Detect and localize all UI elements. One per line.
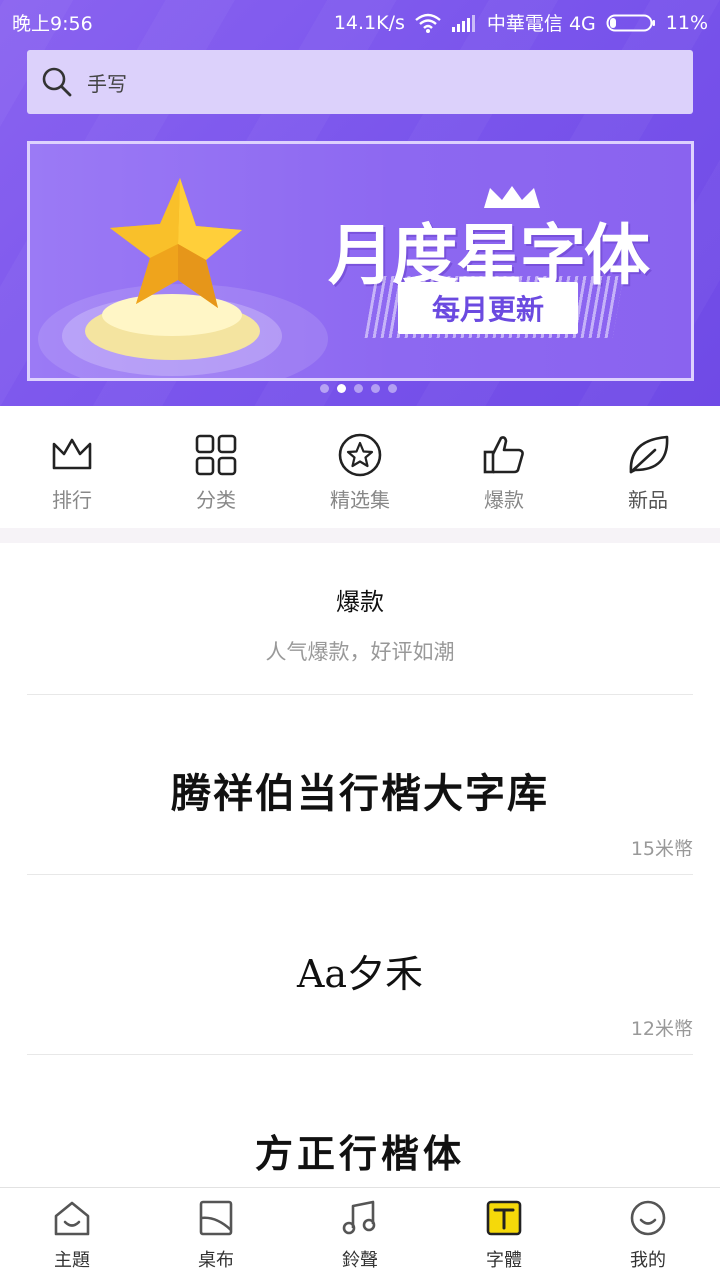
tab-wallpaper[interactable]: 桌布: [144, 1188, 288, 1280]
carrier-label: 中華電信 4G: [486, 13, 596, 35]
category-label: 爆款: [484, 488, 524, 512]
banner-dot[interactable]: [371, 384, 380, 393]
font-preview-name: 方正行楷体: [254, 1131, 465, 1176]
smile-icon: [630, 1200, 666, 1236]
status-bar: 晚上9:56 14.1K/s 中華電信 4G 11%: [0, 0, 720, 40]
category-collections[interactable]: 精选集: [288, 406, 432, 530]
category-new[interactable]: 新品: [576, 406, 720, 530]
wifi-icon: [415, 13, 441, 33]
banner-pagination: [320, 384, 397, 393]
thumbs-up-icon: [483, 436, 524, 474]
banner-dot[interactable]: [354, 384, 363, 393]
font-icon: [486, 1200, 522, 1236]
font-list-item[interactable]: 方正行楷体: [27, 1055, 693, 1187]
battery-level: 11%: [665, 11, 708, 34]
category-label: 排行: [52, 488, 92, 512]
search-icon: [42, 67, 72, 97]
font-price: 12米幣: [630, 1018, 693, 1040]
crown-icon: [52, 438, 92, 470]
category-hot[interactable]: 爆款: [432, 406, 576, 530]
tab-ringtones[interactable]: 鈴聲: [288, 1188, 432, 1280]
music-note-icon: [342, 1200, 376, 1235]
signal-icon: [451, 14, 475, 32]
bottom-tab-bar: 主題 桌布 鈴聲 字體 我的: [0, 1187, 720, 1280]
font-price: 15米幣: [630, 838, 693, 860]
banner-dot-active[interactable]: [337, 384, 346, 393]
battery-icon: [606, 14, 655, 31]
wallpaper-icon: [199, 1200, 233, 1236]
network-speed: 14.1K/s: [333, 11, 405, 34]
tab-fonts[interactable]: 字體: [432, 1188, 576, 1280]
banner-subtitle: 每月更新: [431, 293, 544, 326]
font-list-item[interactable]: Aa夕禾 12米幣: [27, 875, 693, 1055]
tab-label: 字體: [486, 1250, 522, 1271]
category-label: 分类: [196, 488, 236, 512]
leaf-icon: [629, 435, 669, 474]
tab-label: 鈴聲: [342, 1250, 378, 1271]
status-right: 14.1K/s 中華電信 4G 11%: [334, 9, 708, 36]
tab-label: 主題: [54, 1250, 90, 1271]
font-list-item[interactable]: 腾祥伯当行楷大字库 15米幣: [27, 695, 693, 875]
tab-label: 我的: [630, 1250, 666, 1271]
header-hero: 晚上9:56 14.1K/s 中華電信 4G 11% 手写 月度星字体 每月更新: [0, 0, 720, 406]
font-preview-name: 腾祥伯当行楷大字库: [171, 770, 549, 817]
search-bar[interactable]: 手写: [27, 50, 693, 114]
section-separator: [0, 528, 720, 543]
tab-label: 桌布: [198, 1250, 234, 1271]
category-label: 新品: [628, 488, 668, 512]
grid-icon: [195, 434, 237, 476]
section-subtitle: 人气爆款，好评如潮: [265, 640, 455, 664]
home-icon: [54, 1201, 90, 1236]
star-circle-icon: [338, 433, 382, 477]
banner-dot[interactable]: [320, 384, 329, 393]
category-nav: 排行 分类 精选集 爆款 新品: [0, 406, 720, 530]
status-time: 晚上9:56: [12, 13, 93, 35]
banner-subtitle-box: 每月更新: [398, 282, 578, 334]
section-title: 爆款: [336, 588, 384, 616]
category-ranking[interactable]: 排行: [0, 406, 144, 530]
banner-dot[interactable]: [388, 384, 397, 393]
category-classify[interactable]: 分类: [144, 406, 288, 530]
gold-star-icon: [110, 178, 242, 308]
promo-banner[interactable]: 月度星字体 每月更新: [27, 141, 694, 381]
tab-mine[interactable]: 我的: [576, 1188, 720, 1280]
tab-themes[interactable]: 主題: [0, 1188, 144, 1280]
search-placeholder: 手写: [87, 71, 127, 96]
font-preview-name: Aa夕禾: [296, 952, 424, 996]
category-label: 精选集: [330, 488, 390, 512]
